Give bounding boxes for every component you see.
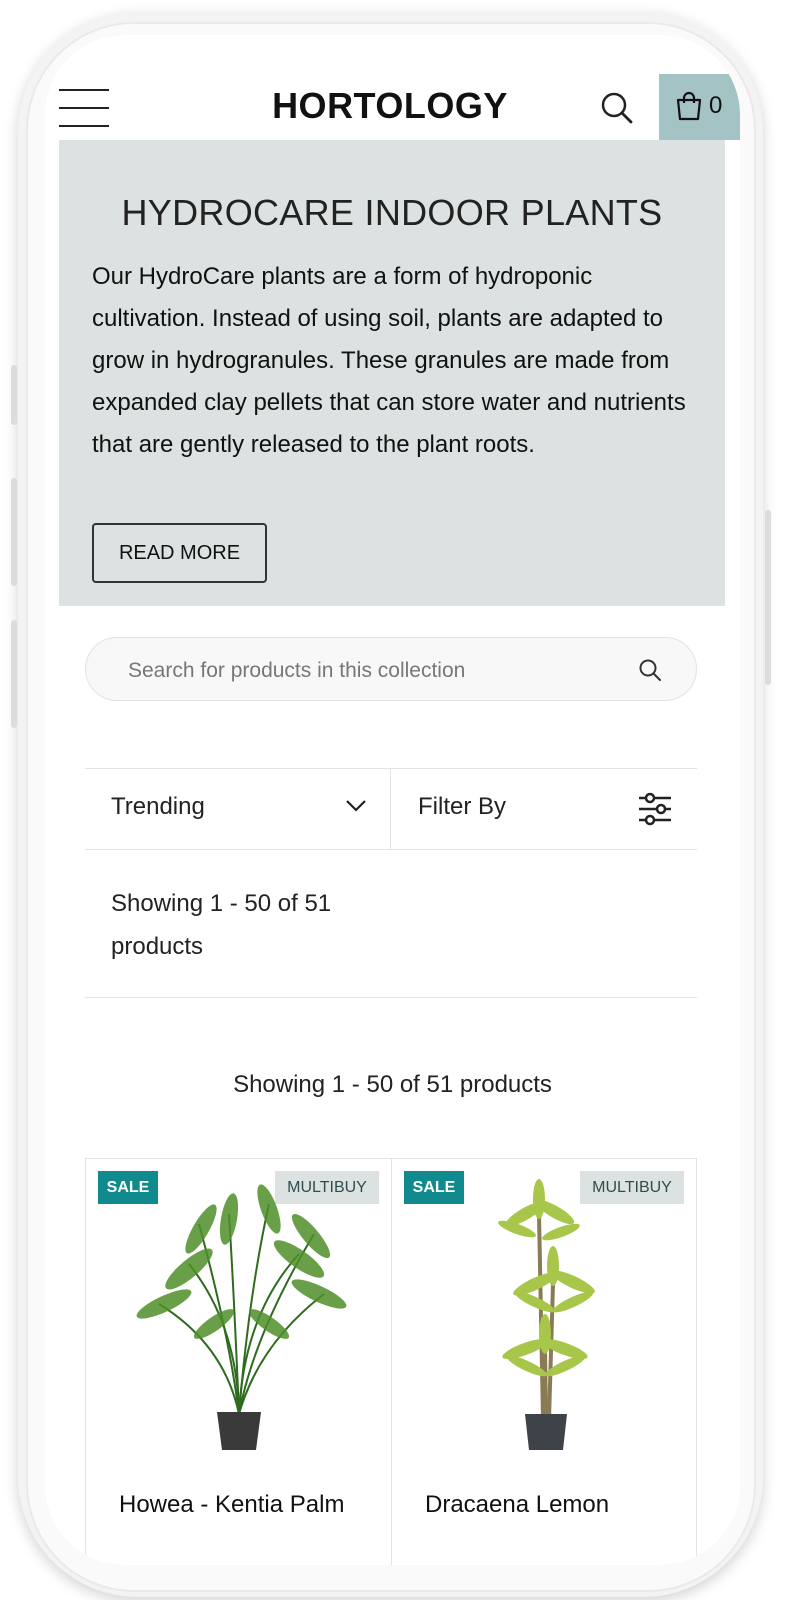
cart-count: 0 bbox=[709, 92, 723, 119]
read-more-button[interactable]: READ MORE bbox=[92, 523, 267, 583]
product-name[interactable]: Howea - Kentia Palm bbox=[119, 1491, 344, 1519]
sort-filter-toolbar: Trending Filter By bbox=[85, 768, 697, 850]
collection-search-bar bbox=[85, 637, 697, 701]
phone-volume-down-button bbox=[11, 620, 17, 728]
sort-dropdown[interactable]: Trending bbox=[85, 769, 391, 849]
site-logo[interactable]: HORTOLOGY bbox=[215, 85, 565, 127]
results-count: Showing 1 - 50 of 51 products bbox=[111, 890, 332, 960]
filter-label: Filter By bbox=[418, 793, 507, 820]
filter-button[interactable]: Filter By bbox=[391, 769, 697, 849]
search-icon[interactable] bbox=[600, 91, 634, 125]
product-card[interactable]: SALE MULTIBUY Howea - Kentia Palm bbox=[85, 1159, 391, 1565]
cart-button[interactable]: 0 bbox=[659, 74, 740, 140]
results-count-centered: Showing 1 - 50 of 51 products bbox=[233, 1071, 552, 1098]
sliders-icon bbox=[639, 792, 671, 826]
product-image-dracaena-lemon[interactable] bbox=[435, 1174, 655, 1454]
sort-label: Trending bbox=[111, 793, 205, 820]
shopping-bag-icon bbox=[676, 91, 702, 121]
collection-search-input[interactable] bbox=[126, 652, 630, 690]
search-icon[interactable] bbox=[638, 658, 662, 682]
product-grid: SALE MULTIBUY Howea - Kentia Palm SALE M… bbox=[85, 1158, 697, 1565]
phone-power-button bbox=[765, 510, 771, 685]
divider bbox=[85, 997, 697, 998]
collection-hero: HYDROCARE INDOOR PLANTS Our HydroCare pl… bbox=[59, 140, 725, 606]
collection-description: Our HydroCare plants are a form of hydro… bbox=[92, 263, 686, 458]
phone-side-button bbox=[11, 365, 17, 425]
chevron-down-icon bbox=[346, 800, 366, 812]
phone-screen: HORTOLOGY 0 HYDROCARE INDOOR PLANTS Our … bbox=[45, 35, 740, 1565]
product-image-kentia-palm[interactable] bbox=[129, 1174, 349, 1454]
product-name[interactable]: Dracaena Lemon bbox=[425, 1491, 609, 1519]
menu-icon[interactable] bbox=[59, 89, 111, 127]
product-card[interactable]: SALE MULTIBUY Dracaena Lemon bbox=[391, 1159, 697, 1565]
phone-volume-up-button bbox=[11, 478, 17, 586]
collection-title: HYDROCARE INDOOR PLANTS bbox=[121, 192, 663, 233]
